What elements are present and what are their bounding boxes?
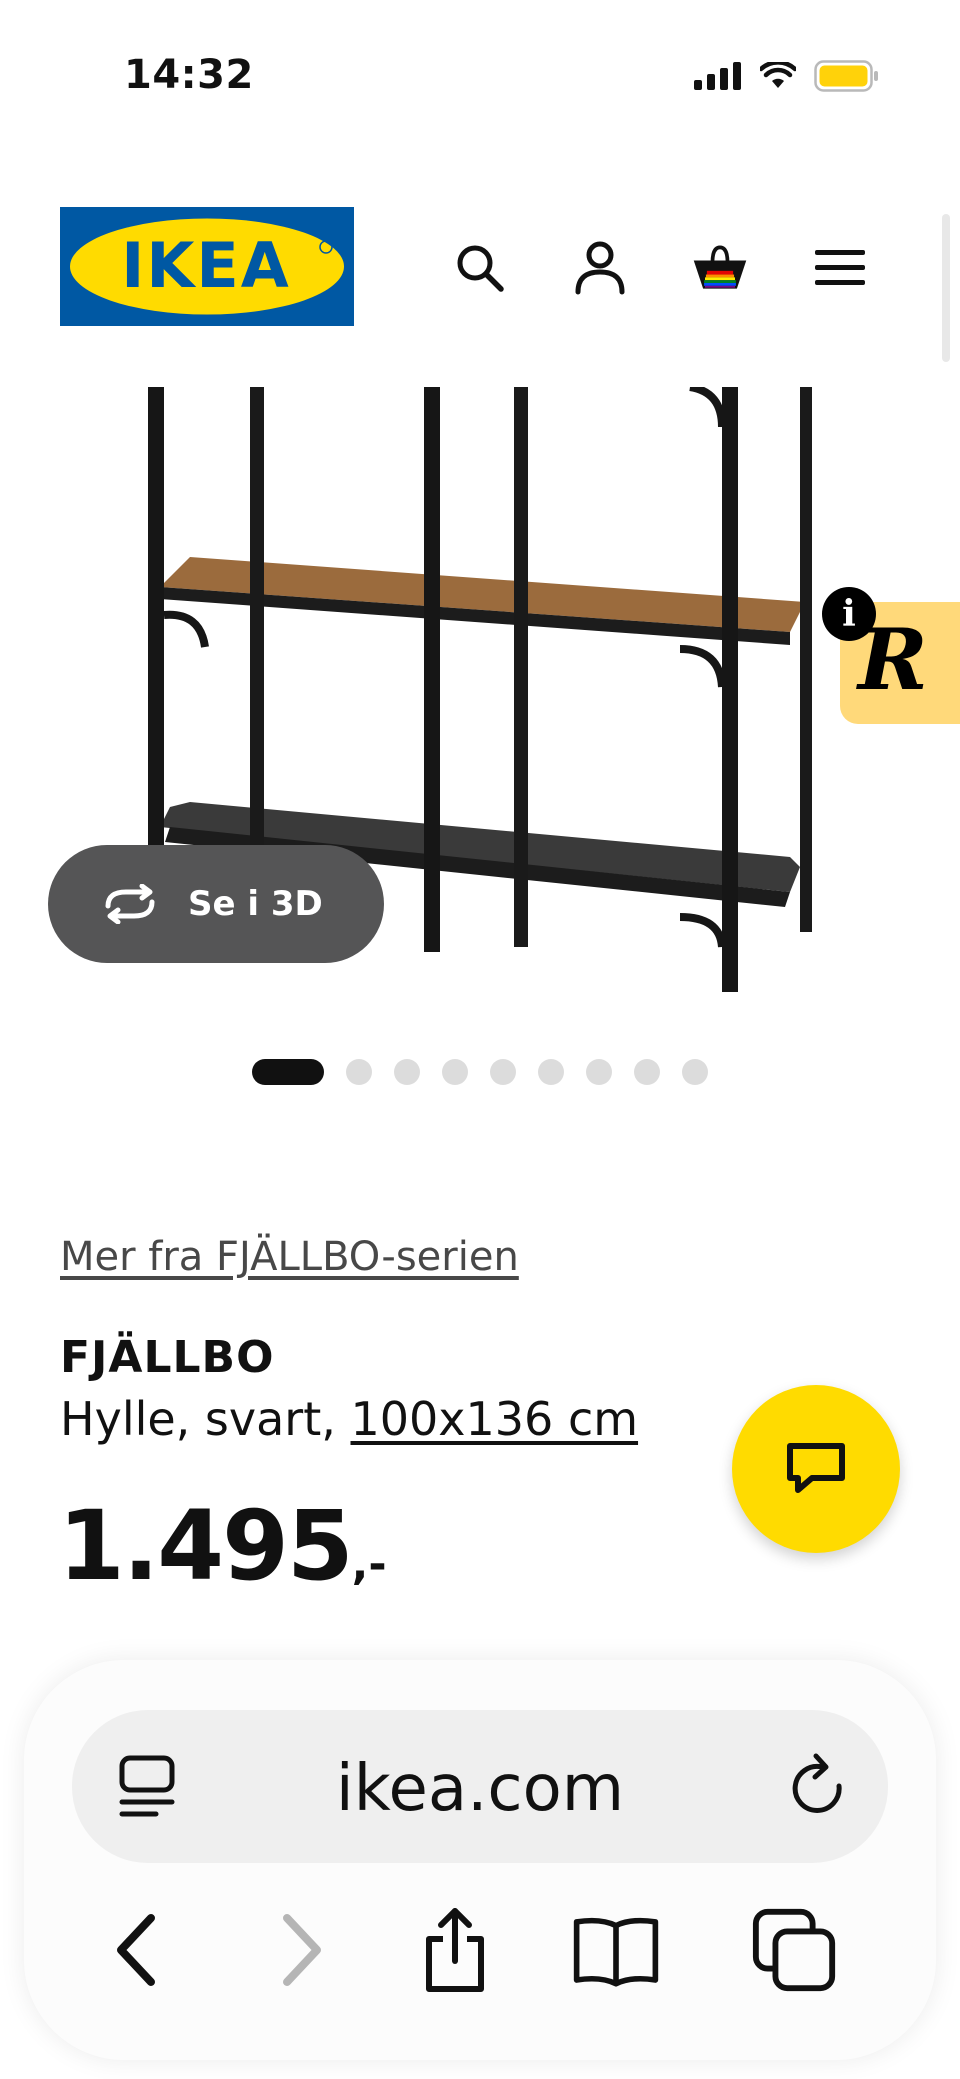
back-icon[interactable] bbox=[92, 1905, 182, 1995]
carousel-dot[interactable] bbox=[442, 1059, 468, 1085]
battery-icon bbox=[814, 60, 878, 92]
carousel-dot[interactable] bbox=[538, 1059, 564, 1085]
wifi-icon bbox=[760, 62, 796, 88]
carousel-dot[interactable] bbox=[634, 1059, 660, 1085]
product-type: Hylle, svart, bbox=[60, 1392, 351, 1446]
carousel-dot[interactable] bbox=[682, 1059, 708, 1085]
forward-icon[interactable] bbox=[256, 1905, 346, 1995]
share-icon[interactable] bbox=[410, 1905, 500, 1995]
product-description: Hylle, svart, 100x136 cm bbox=[60, 1392, 638, 1446]
status-icons bbox=[694, 60, 880, 92]
series-link[interactable]: Mer fra FJÄLLBO-serien bbox=[60, 1234, 519, 1280]
menu-icon[interactable] bbox=[810, 238, 870, 298]
carousel-dot-active[interactable] bbox=[252, 1059, 324, 1085]
bookmarks-icon[interactable] bbox=[571, 1905, 661, 1995]
tabs-icon[interactable] bbox=[750, 1905, 840, 1995]
view-3d-button[interactable]: Se i 3D bbox=[48, 845, 384, 963]
search-icon[interactable] bbox=[450, 238, 510, 298]
carousel-dot[interactable] bbox=[394, 1059, 420, 1085]
chat-bubble-icon bbox=[787, 1443, 845, 1493]
ikea-logo[interactable]: IKEA bbox=[60, 207, 354, 326]
carousel-dot[interactable] bbox=[586, 1059, 612, 1085]
status-time: 14:32 bbox=[124, 52, 254, 98]
product-name: FJÄLLBO bbox=[60, 1332, 275, 1383]
rotate-3d-icon bbox=[98, 884, 162, 924]
cellular-signal-icon bbox=[694, 62, 741, 90]
dimensions-link[interactable]: 100x136 cm bbox=[351, 1392, 639, 1446]
carousel-dot[interactable] bbox=[490, 1059, 516, 1085]
scroll-indicator bbox=[942, 214, 950, 362]
view-3d-label: Se i 3D bbox=[188, 884, 323, 924]
price-suffix: ,- bbox=[351, 1539, 387, 1590]
product-price: 1.495,- bbox=[58, 1490, 387, 1602]
logo-text: IKEA bbox=[121, 229, 290, 302]
carousel-dots bbox=[252, 1059, 708, 1085]
chat-button[interactable] bbox=[732, 1385, 900, 1553]
reload-icon[interactable] bbox=[786, 1750, 852, 1828]
account-icon[interactable] bbox=[570, 238, 630, 298]
price-main: 1.495 bbox=[58, 1490, 354, 1602]
basket-icon[interactable] bbox=[690, 238, 750, 298]
carousel-dot[interactable] bbox=[346, 1059, 372, 1085]
info-icon[interactable]: i bbox=[822, 587, 876, 641]
